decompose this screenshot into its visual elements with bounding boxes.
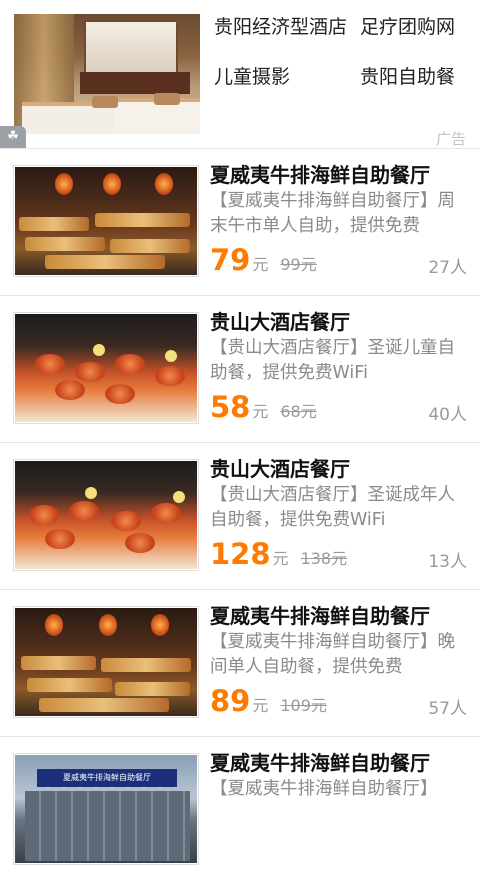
deal-image[interactable]	[13, 606, 199, 718]
deal-description: 【夏威夷牛排海鲜自助餐厅】晚间单人自助餐，提供免费	[210, 632, 455, 677]
deal-price: 79 元 99元	[210, 243, 317, 277]
sold-count: 40人	[428, 405, 467, 425]
sold-count: 27人	[428, 258, 467, 278]
ad-link[interactable]: 儿童摄影	[214, 62, 290, 89]
ad-tag: 广告	[435, 130, 466, 148]
list-item[interactable]: 夏威夷牛排海鲜自助餐厅 【夏威夷牛排海鲜自助餐厅】周末午市单人自助，提供免费 7…	[0, 148, 480, 295]
deal-price: 128 元 138元	[210, 537, 347, 571]
original-price: 99元	[280, 255, 317, 274]
deal-description: 【贵山大酒店餐厅】圣诞成年人自助餐，提供免费WiFi	[210, 485, 455, 530]
deal-title: 夏威夷牛排海鲜自助餐厅	[210, 604, 430, 628]
original-price: 109元	[280, 696, 327, 715]
deal-title: 夏威夷牛排海鲜自助餐厅	[210, 163, 430, 187]
price-unit: 元	[252, 402, 269, 421]
ad-link[interactable]: 贵阳经济型酒店	[214, 12, 347, 39]
list-item[interactable]: 夏威夷牛排海鲜自助餐厅 夏威夷牛排海鲜自助餐厅 【夏威夷牛排海鲜自助餐厅】	[0, 736, 480, 883]
deal-image[interactable]: 夏威夷牛排海鲜自助餐厅	[13, 753, 199, 865]
price-value: 89	[210, 684, 251, 718]
deal-description: 【夏威夷牛排海鲜自助餐厅】	[210, 779, 438, 799]
deal-title: 贵山大酒店餐厅	[210, 310, 350, 334]
original-price: 138元	[300, 549, 348, 568]
ad-link[interactable]: 贵阳自助餐	[360, 62, 455, 89]
deal-image[interactable]	[13, 312, 199, 424]
storefront-sign: 夏威夷牛排海鲜自助餐厅	[37, 769, 177, 787]
list-item[interactable]: 夏威夷牛排海鲜自助餐厅 【夏威夷牛排海鲜自助餐厅】晚间单人自助餐，提供免费 89…	[0, 589, 480, 736]
price-value: 128	[210, 537, 271, 571]
deal-description: 【夏威夷牛排海鲜自助餐厅】周末午市单人自助，提供免费	[210, 191, 455, 236]
deal-list: 夏威夷牛排海鲜自助餐厅 【夏威夷牛排海鲜自助餐厅】周末午市单人自助，提供免费 7…	[0, 148, 480, 883]
deal-price: 89 元 109元	[210, 684, 327, 718]
deal-title: 贵山大酒店餐厅	[210, 457, 350, 481]
list-item[interactable]: 贵山大酒店餐厅 【贵山大酒店餐厅】圣诞儿童自助餐，提供免费WiFi 58 元 68元…	[0, 295, 480, 442]
list-item[interactable]: 贵山大酒店餐厅 【贵山大酒店餐厅】圣诞成年人自助餐，提供免费WiFi 128 元 1…	[0, 442, 480, 589]
price-unit: 元	[252, 696, 269, 715]
price-value: 58	[210, 390, 251, 424]
ad-hotel-image[interactable]	[14, 14, 200, 134]
deal-price: 58 元 68元	[210, 390, 317, 424]
deal-title: 夏威夷牛排海鲜自助餐厅	[210, 751, 430, 775]
ad-link[interactable]: 足疗团购网	[360, 12, 455, 39]
paw-icon: ☘	[0, 126, 26, 148]
ad-banner[interactable]: 贵阳经济型酒店 足疗团购网 儿童摄影 贵阳自助餐 ☘ 广告	[0, 0, 480, 148]
original-price: 68元	[280, 402, 317, 421]
price-unit: 元	[252, 255, 269, 274]
price-value: 79	[210, 243, 251, 277]
deal-image[interactable]	[13, 459, 199, 571]
deal-image[interactable]	[13, 165, 199, 277]
sold-count: 13人	[428, 552, 467, 572]
sold-count: 57人	[428, 699, 467, 719]
deal-description: 【贵山大酒店餐厅】圣诞儿童自助餐，提供免费WiFi	[210, 338, 455, 383]
price-unit: 元	[272, 549, 289, 568]
